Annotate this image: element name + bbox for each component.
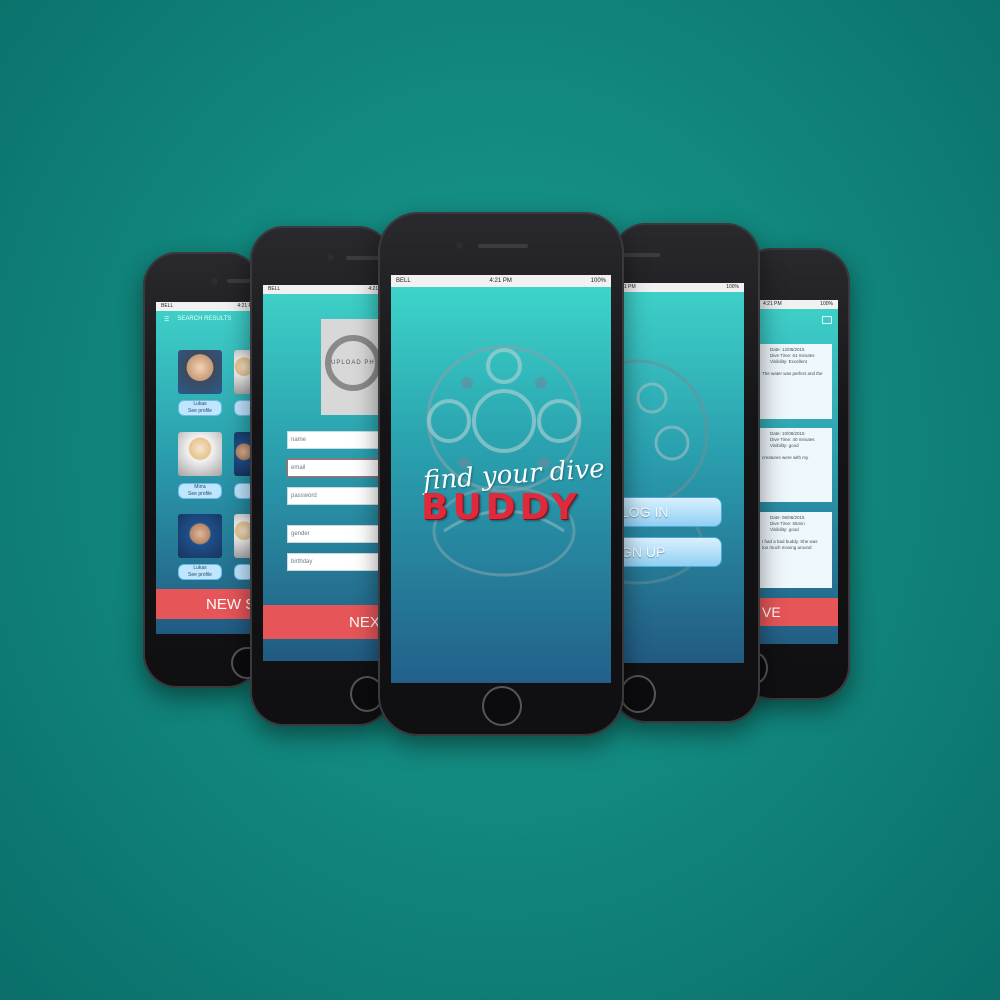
front-camera xyxy=(327,254,334,261)
phone-login: 4:21 PM 100% LOG IN GN UP xyxy=(612,223,760,723)
log-icon[interactable] xyxy=(822,316,832,324)
front-camera xyxy=(211,278,218,285)
save-label: VE xyxy=(762,604,781,620)
screen: BELL 4:21 PM 100% find your dive BUDDY xyxy=(391,275,611,683)
carrier: BELL xyxy=(161,303,174,309)
save-button[interactable]: VE xyxy=(758,598,838,626)
photo-upload[interactable]: UPLOAD PH xyxy=(321,319,381,415)
front-camera xyxy=(456,242,463,249)
dive-log-entry[interactable]: Date: 10/08/2015 Dive Time: 40 minutes V… xyxy=(758,428,832,502)
status-bar: BELL 4:21 PM 100% xyxy=(391,275,611,287)
screen: 4:21 PM 100% LOG IN GN UP xyxy=(612,283,744,663)
upload-photo-label: UPLOAD PH xyxy=(331,360,375,366)
clock: 4:21 PM xyxy=(763,301,782,307)
dive-notes: creatures were with my xyxy=(762,455,809,460)
phone-signup-form: BELL 4:21 PM UPLOAD PH name email passwo… xyxy=(250,226,392,726)
menu-icon[interactable]: ☰ xyxy=(164,316,169,323)
brand-logo: BUDDY xyxy=(421,487,581,528)
speaker-grille xyxy=(620,253,660,257)
see-profile-link[interactable]: See profile xyxy=(179,491,221,498)
name-field[interactable]: name xyxy=(287,431,392,449)
diver-photo[interactable] xyxy=(178,350,222,394)
diver-name: Lukas xyxy=(193,401,207,407)
screen: BELL 4:21 PM ☰ SEARCH RESULTS Lukas See … xyxy=(156,302,261,634)
battery: 100% xyxy=(726,284,739,290)
phone-splash: BELL 4:21 PM 100% find your dive BUDDY xyxy=(378,212,624,736)
dive-notes: The water was perfect and the xyxy=(762,371,823,376)
diver-photo[interactable] xyxy=(178,514,222,558)
signup-label: GN UP xyxy=(621,544,666,560)
status-bar: BELL 4:21 PM xyxy=(156,302,261,311)
new-search-label: NEW S xyxy=(206,595,256,613)
profile-pill[interactable]: Lukas See profile xyxy=(178,400,222,416)
screen: 4:21 PM 100% Date: 12/08/2015 Dive Time:… xyxy=(758,300,838,644)
battery: 100% xyxy=(820,301,833,307)
next-button[interactable]: NEX xyxy=(263,605,392,639)
profile-pill[interactable]: Mirra See profile xyxy=(178,483,222,499)
carrier: BELL xyxy=(396,278,411,284)
screen: BELL 4:21 PM UPLOAD PH name email passwo… xyxy=(263,285,392,661)
status-bar: BELL 4:21 PM xyxy=(263,285,392,294)
status-bar: 4:21 PM 100% xyxy=(758,300,838,309)
home-button[interactable] xyxy=(482,686,522,726)
phone-search-results: BELL 4:21 PM ☰ SEARCH RESULTS Lukas See … xyxy=(143,252,263,688)
dive-visibility: Visibility: good xyxy=(770,443,799,448)
gender-field[interactable]: gender xyxy=(287,525,392,543)
results-header: ☰ SEARCH RESULTS xyxy=(164,316,261,323)
dive-visibility: Visibility: Excellent xyxy=(770,359,807,364)
status-bar: 4:21 PM 100% xyxy=(612,283,744,292)
dive-visibility: Visibility: good xyxy=(770,527,799,532)
password-field[interactable]: password xyxy=(287,487,392,505)
dive-log-entry[interactable]: Date: 12/08/2015 Dive Time: 61 minutes V… xyxy=(758,344,832,419)
home-button[interactable] xyxy=(620,675,656,713)
battery: 100% xyxy=(590,278,606,284)
see-profile-link[interactable]: See profile xyxy=(179,572,221,579)
login-label: LOG IN xyxy=(621,504,669,520)
signup-button[interactable]: GN UP xyxy=(616,537,722,567)
diver-name: Lukas xyxy=(193,565,207,571)
see-profile-link[interactable]: See profile xyxy=(179,408,221,415)
next-label: NEX xyxy=(349,613,380,631)
birthday-field[interactable]: birthday xyxy=(287,553,392,571)
diver-photo[interactable] xyxy=(178,432,222,476)
clock: 4:21 PM xyxy=(489,278,512,284)
email-field[interactable]: email xyxy=(287,459,392,477)
dive-notes: I had a bad buddy. She was too much movi… xyxy=(762,539,818,550)
diver-name: Mirra xyxy=(194,484,206,490)
profile-pill[interactable]: Lukas See profile xyxy=(178,564,222,580)
new-search-button[interactable]: NEW S xyxy=(156,589,261,619)
speaker-grille xyxy=(478,244,528,248)
dive-log-entry[interactable]: Date: 06/08/2015 Dive Time: 55min Visibi… xyxy=(758,512,832,588)
login-button[interactable]: LOG IN xyxy=(616,497,722,527)
results-title: SEARCH RESULTS xyxy=(177,316,232,322)
carrier: BELL xyxy=(268,286,281,292)
